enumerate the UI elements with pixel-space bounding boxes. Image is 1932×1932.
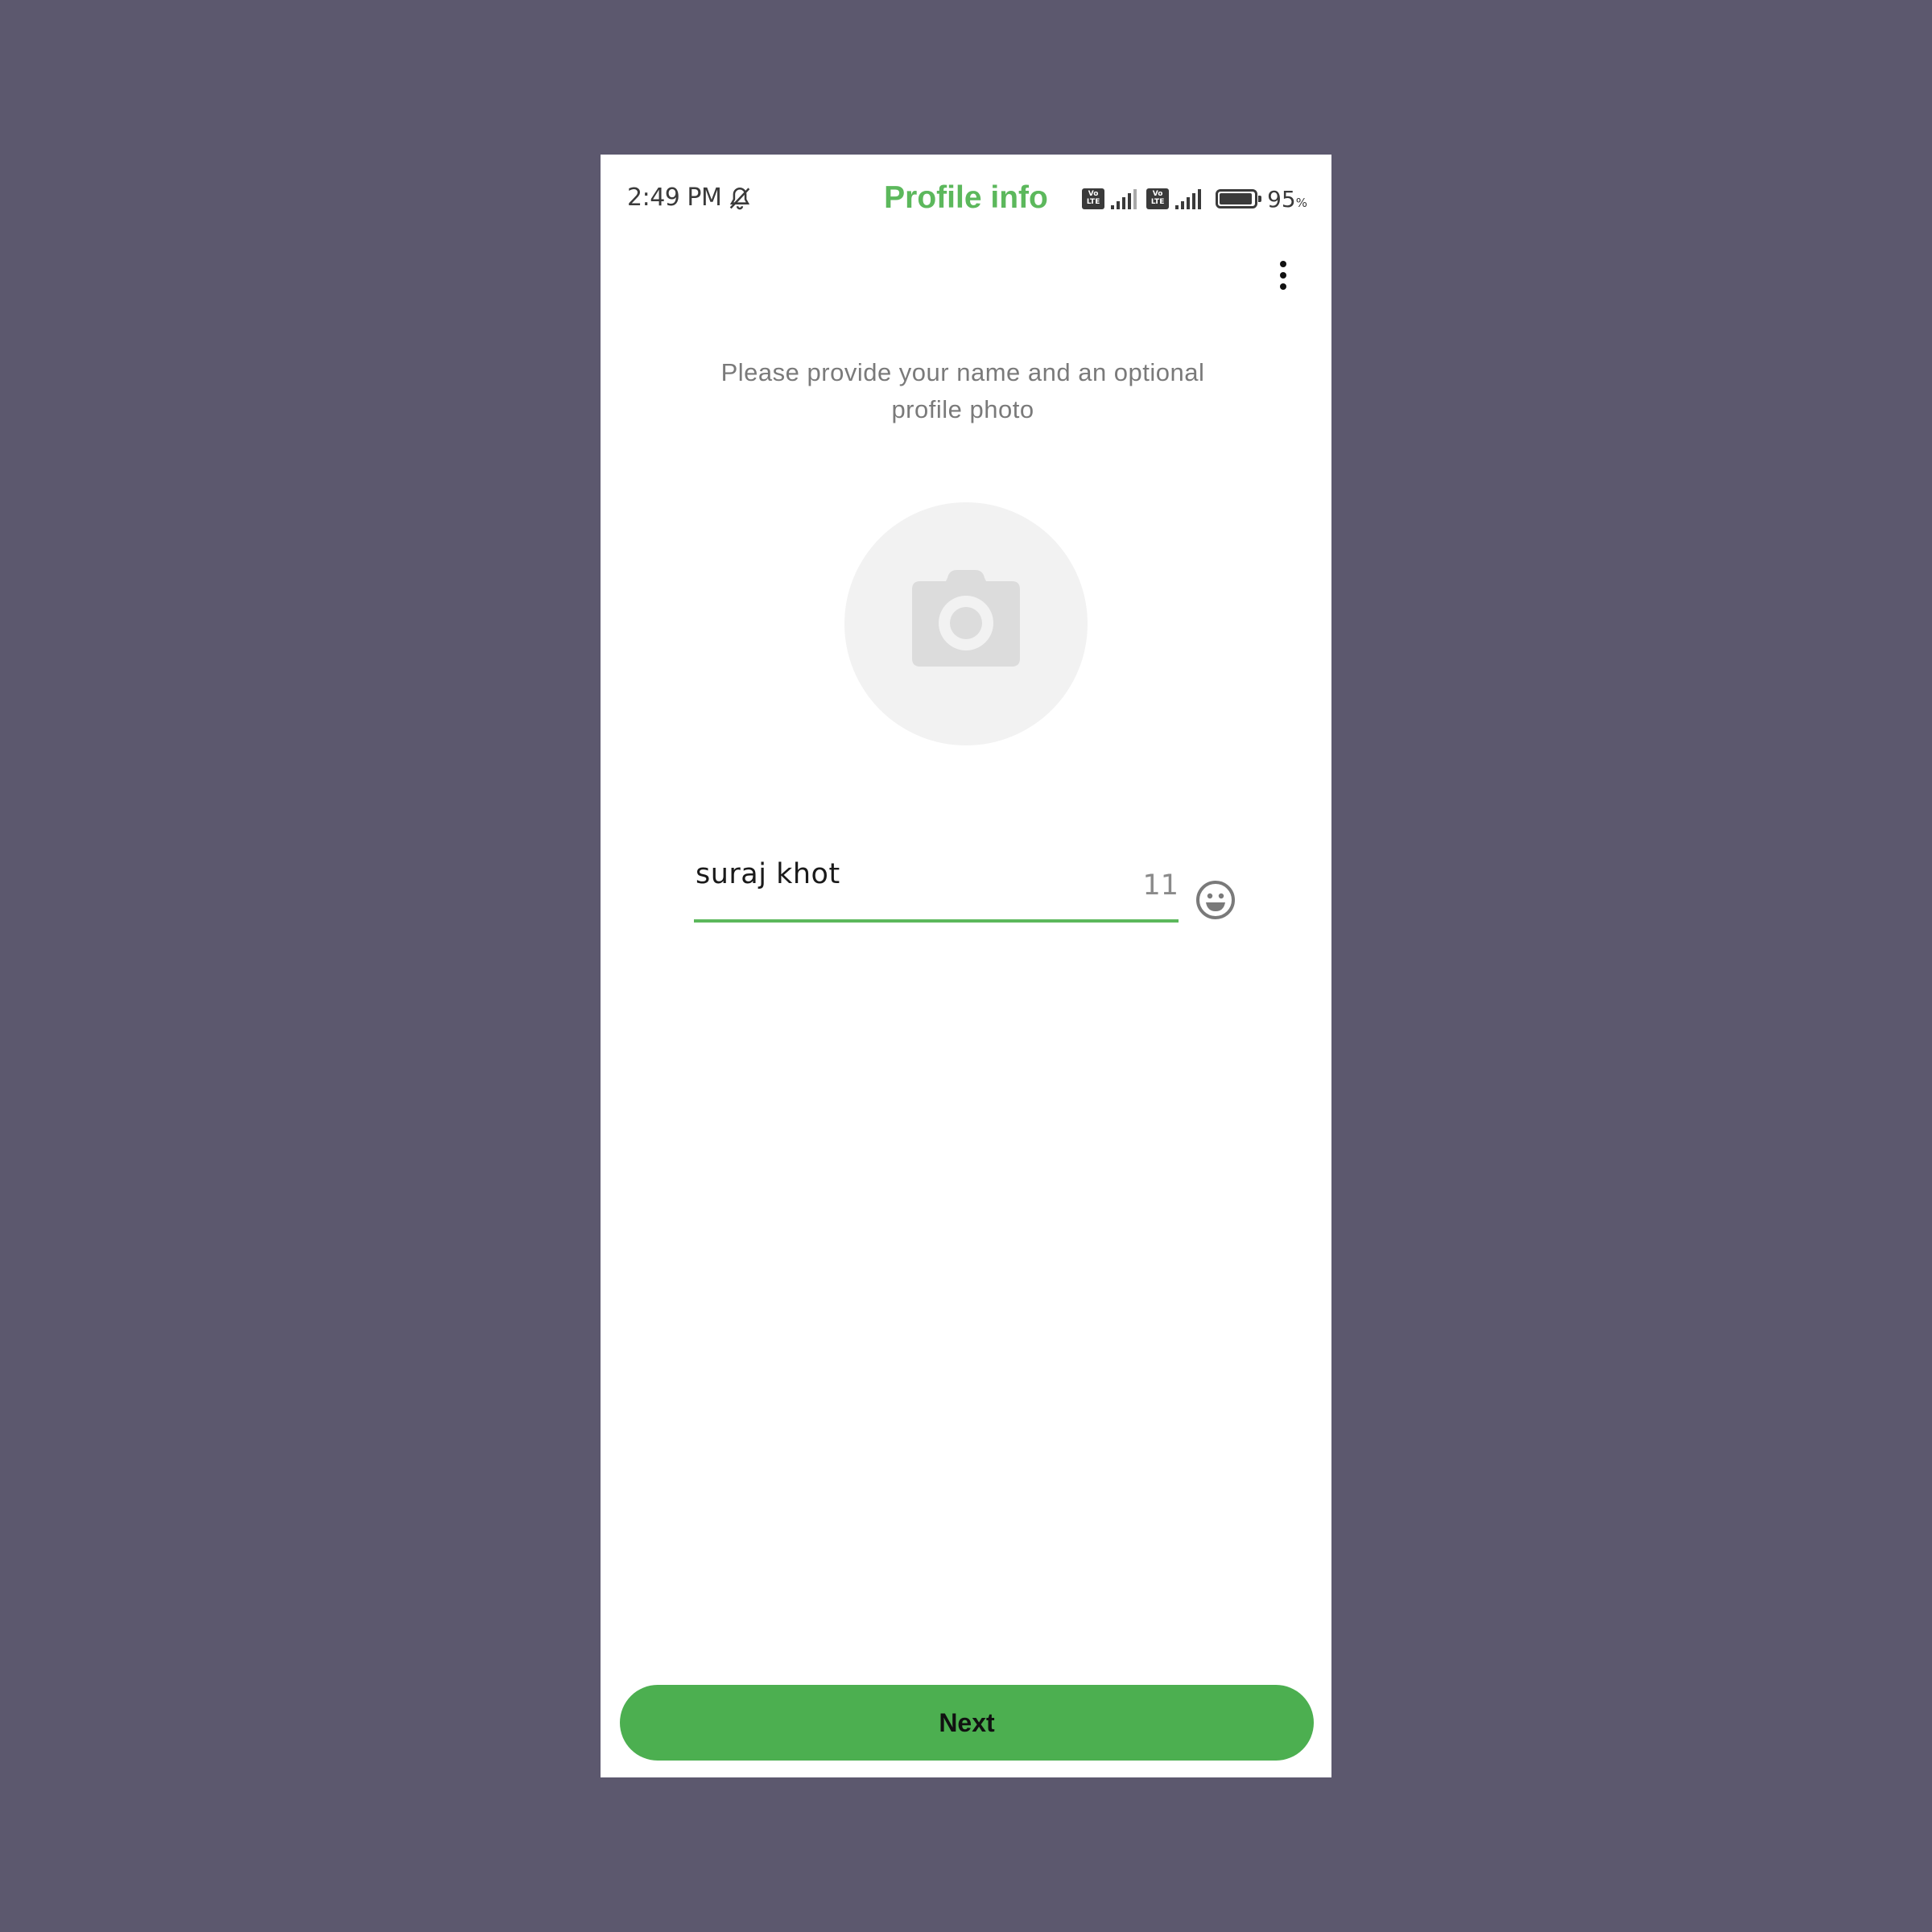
more-options-button[interactable] <box>1269 251 1298 299</box>
emoji-icon[interactable] <box>1195 879 1236 921</box>
phone-screen: 2:49 PM Vo LTE Vo LTE 95% Profile info P… <box>601 155 1331 1777</box>
instruction-text: Please provide your name and an optional… <box>720 358 1205 423</box>
next-button[interactable]: Next <box>620 1685 1314 1761</box>
more-vert-icon-dot <box>1280 272 1286 279</box>
name-input[interactable] <box>694 850 1114 898</box>
camera-icon <box>912 570 1020 667</box>
name-field[interactable]: 11 <box>694 850 1179 923</box>
more-vert-icon-dot <box>1280 283 1286 290</box>
char-remaining-count: 11 <box>1142 869 1179 902</box>
profile-photo-picker[interactable] <box>844 502 1088 745</box>
more-vert-icon <box>1280 261 1286 267</box>
page-title: Profile info <box>884 180 1048 215</box>
